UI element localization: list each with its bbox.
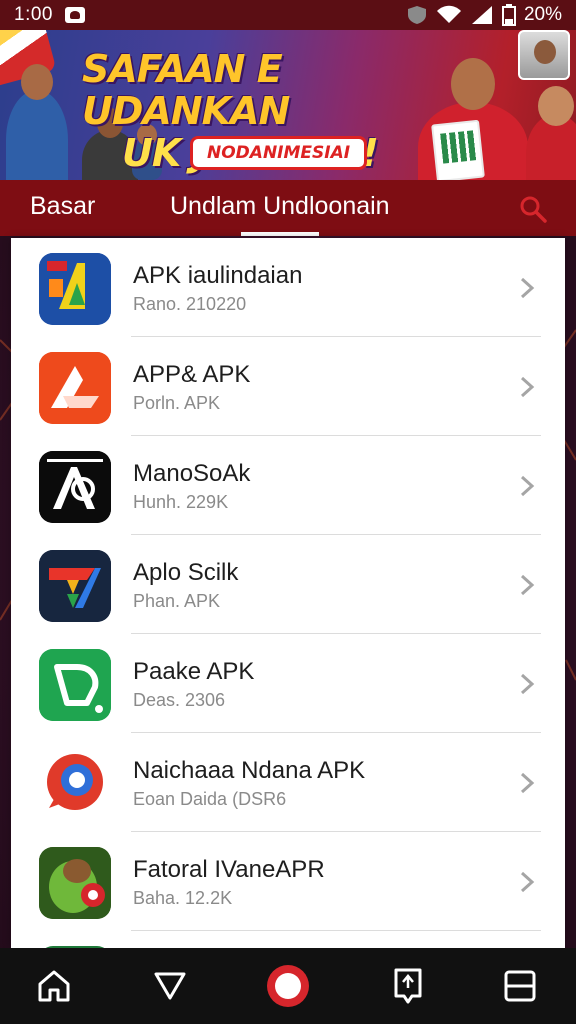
chevron-right-icon bbox=[520, 772, 535, 794]
app-name: Paake APK bbox=[133, 658, 255, 685]
app-name: Fatoral IVaneAPR bbox=[133, 856, 325, 883]
tab-bar: Basar Undlam Undloonain bbox=[0, 180, 576, 236]
list-item[interactable]: Fatoral IVaneAPR Baha. 12.2K bbox=[11, 832, 565, 931]
list-item[interactable]: APK iaulindaian Rano. 210220 bbox=[11, 238, 565, 337]
app-meta: Hunh. 229K bbox=[133, 492, 229, 512]
chevron-right-icon bbox=[520, 277, 535, 299]
shield-icon bbox=[407, 6, 426, 24]
chevron-right-icon bbox=[520, 574, 535, 596]
list-item[interactable]: Naichaaa Ndana APK Eoan Daida (DSR6 bbox=[11, 733, 565, 832]
app-meta: Baha. 12.2K bbox=[133, 888, 233, 908]
tab-active[interactable]: Undlam Undloonain bbox=[170, 192, 390, 221]
app-meta: Deas. 2306 bbox=[133, 690, 226, 710]
status-bar: 1:00 20% bbox=[0, 0, 576, 30]
wifi-icon bbox=[436, 5, 461, 23]
promo-banner[interactable]: SAFAAN E UDANKAN UK JAPRIAN! NODANIMESIA… bbox=[0, 30, 576, 180]
battery-percent: 20% bbox=[523, 4, 562, 25]
battery-icon bbox=[501, 4, 516, 26]
bottom-navigation-bar bbox=[0, 948, 576, 1024]
app-meta: Rano. 210220 bbox=[133, 294, 247, 314]
app-icon-black-ap bbox=[39, 451, 111, 523]
search-icon[interactable] bbox=[518, 194, 548, 224]
list-item[interactable]: Aplo Scilk Phan. APK bbox=[11, 535, 565, 634]
banner-cta-button[interactable]: NODANIMESIAI bbox=[190, 136, 368, 170]
app-icon-blue-a bbox=[39, 253, 111, 325]
signal-icon bbox=[471, 6, 492, 24]
chevron-right-icon bbox=[520, 673, 535, 695]
app-meta: Phan. APK bbox=[133, 591, 221, 611]
chevron-right-icon bbox=[520, 871, 535, 893]
banner-flyer-image bbox=[431, 119, 485, 180]
app-name: Naichaaa Ndana APK bbox=[133, 757, 366, 784]
banner-avatar-thumbnail[interactable] bbox=[518, 30, 570, 80]
home-icon[interactable] bbox=[34, 966, 74, 1006]
app-icon-navy-colorful bbox=[39, 550, 111, 622]
tab-basic[interactable]: Basar bbox=[30, 192, 95, 221]
chevron-right-icon bbox=[520, 376, 535, 398]
app-name: ManoSoAk bbox=[133, 460, 251, 487]
app-meta: Porln. APK bbox=[133, 393, 221, 413]
list-item[interactable]: Paake APK Deas. 2306 bbox=[11, 634, 565, 733]
app-name: Aplo Scilk bbox=[133, 559, 239, 586]
app-icon-green-d bbox=[39, 649, 111, 721]
bookmark-icon[interactable] bbox=[388, 966, 428, 1006]
app-meta: Eoan Daida (DSR6 bbox=[133, 789, 287, 809]
status-time: 1:00 bbox=[14, 4, 53, 25]
recents-icon[interactable] bbox=[500, 966, 540, 1006]
list-item[interactable]: APP& APK Porln. APK bbox=[11, 337, 565, 436]
list-item-partial[interactable] bbox=[11, 931, 565, 948]
app-icon-chat-bubble bbox=[39, 748, 111, 820]
app-name: APK iaulindaian bbox=[133, 262, 303, 289]
tab-indicator bbox=[241, 232, 319, 236]
chevron-right-icon bbox=[520, 475, 535, 497]
record-icon[interactable] bbox=[264, 962, 312, 1010]
banner-headline-line1: SAFAAN E UDANKAN bbox=[82, 47, 290, 133]
back-icon[interactable] bbox=[150, 966, 190, 1006]
app-name: APP& APK bbox=[133, 361, 251, 388]
banner-person bbox=[526, 86, 576, 180]
app-icon-orange-arrow bbox=[39, 352, 111, 424]
app-icon-game-creature bbox=[39, 847, 111, 919]
banner-person bbox=[6, 64, 68, 180]
status-icons: 20% bbox=[406, 4, 562, 26]
app-list: APK iaulindaian Rano. 210220 APP& APK Po… bbox=[11, 238, 565, 948]
list-item[interactable]: ManoSoAk Hunh. 229K bbox=[11, 436, 565, 535]
notification-icon bbox=[64, 7, 85, 23]
